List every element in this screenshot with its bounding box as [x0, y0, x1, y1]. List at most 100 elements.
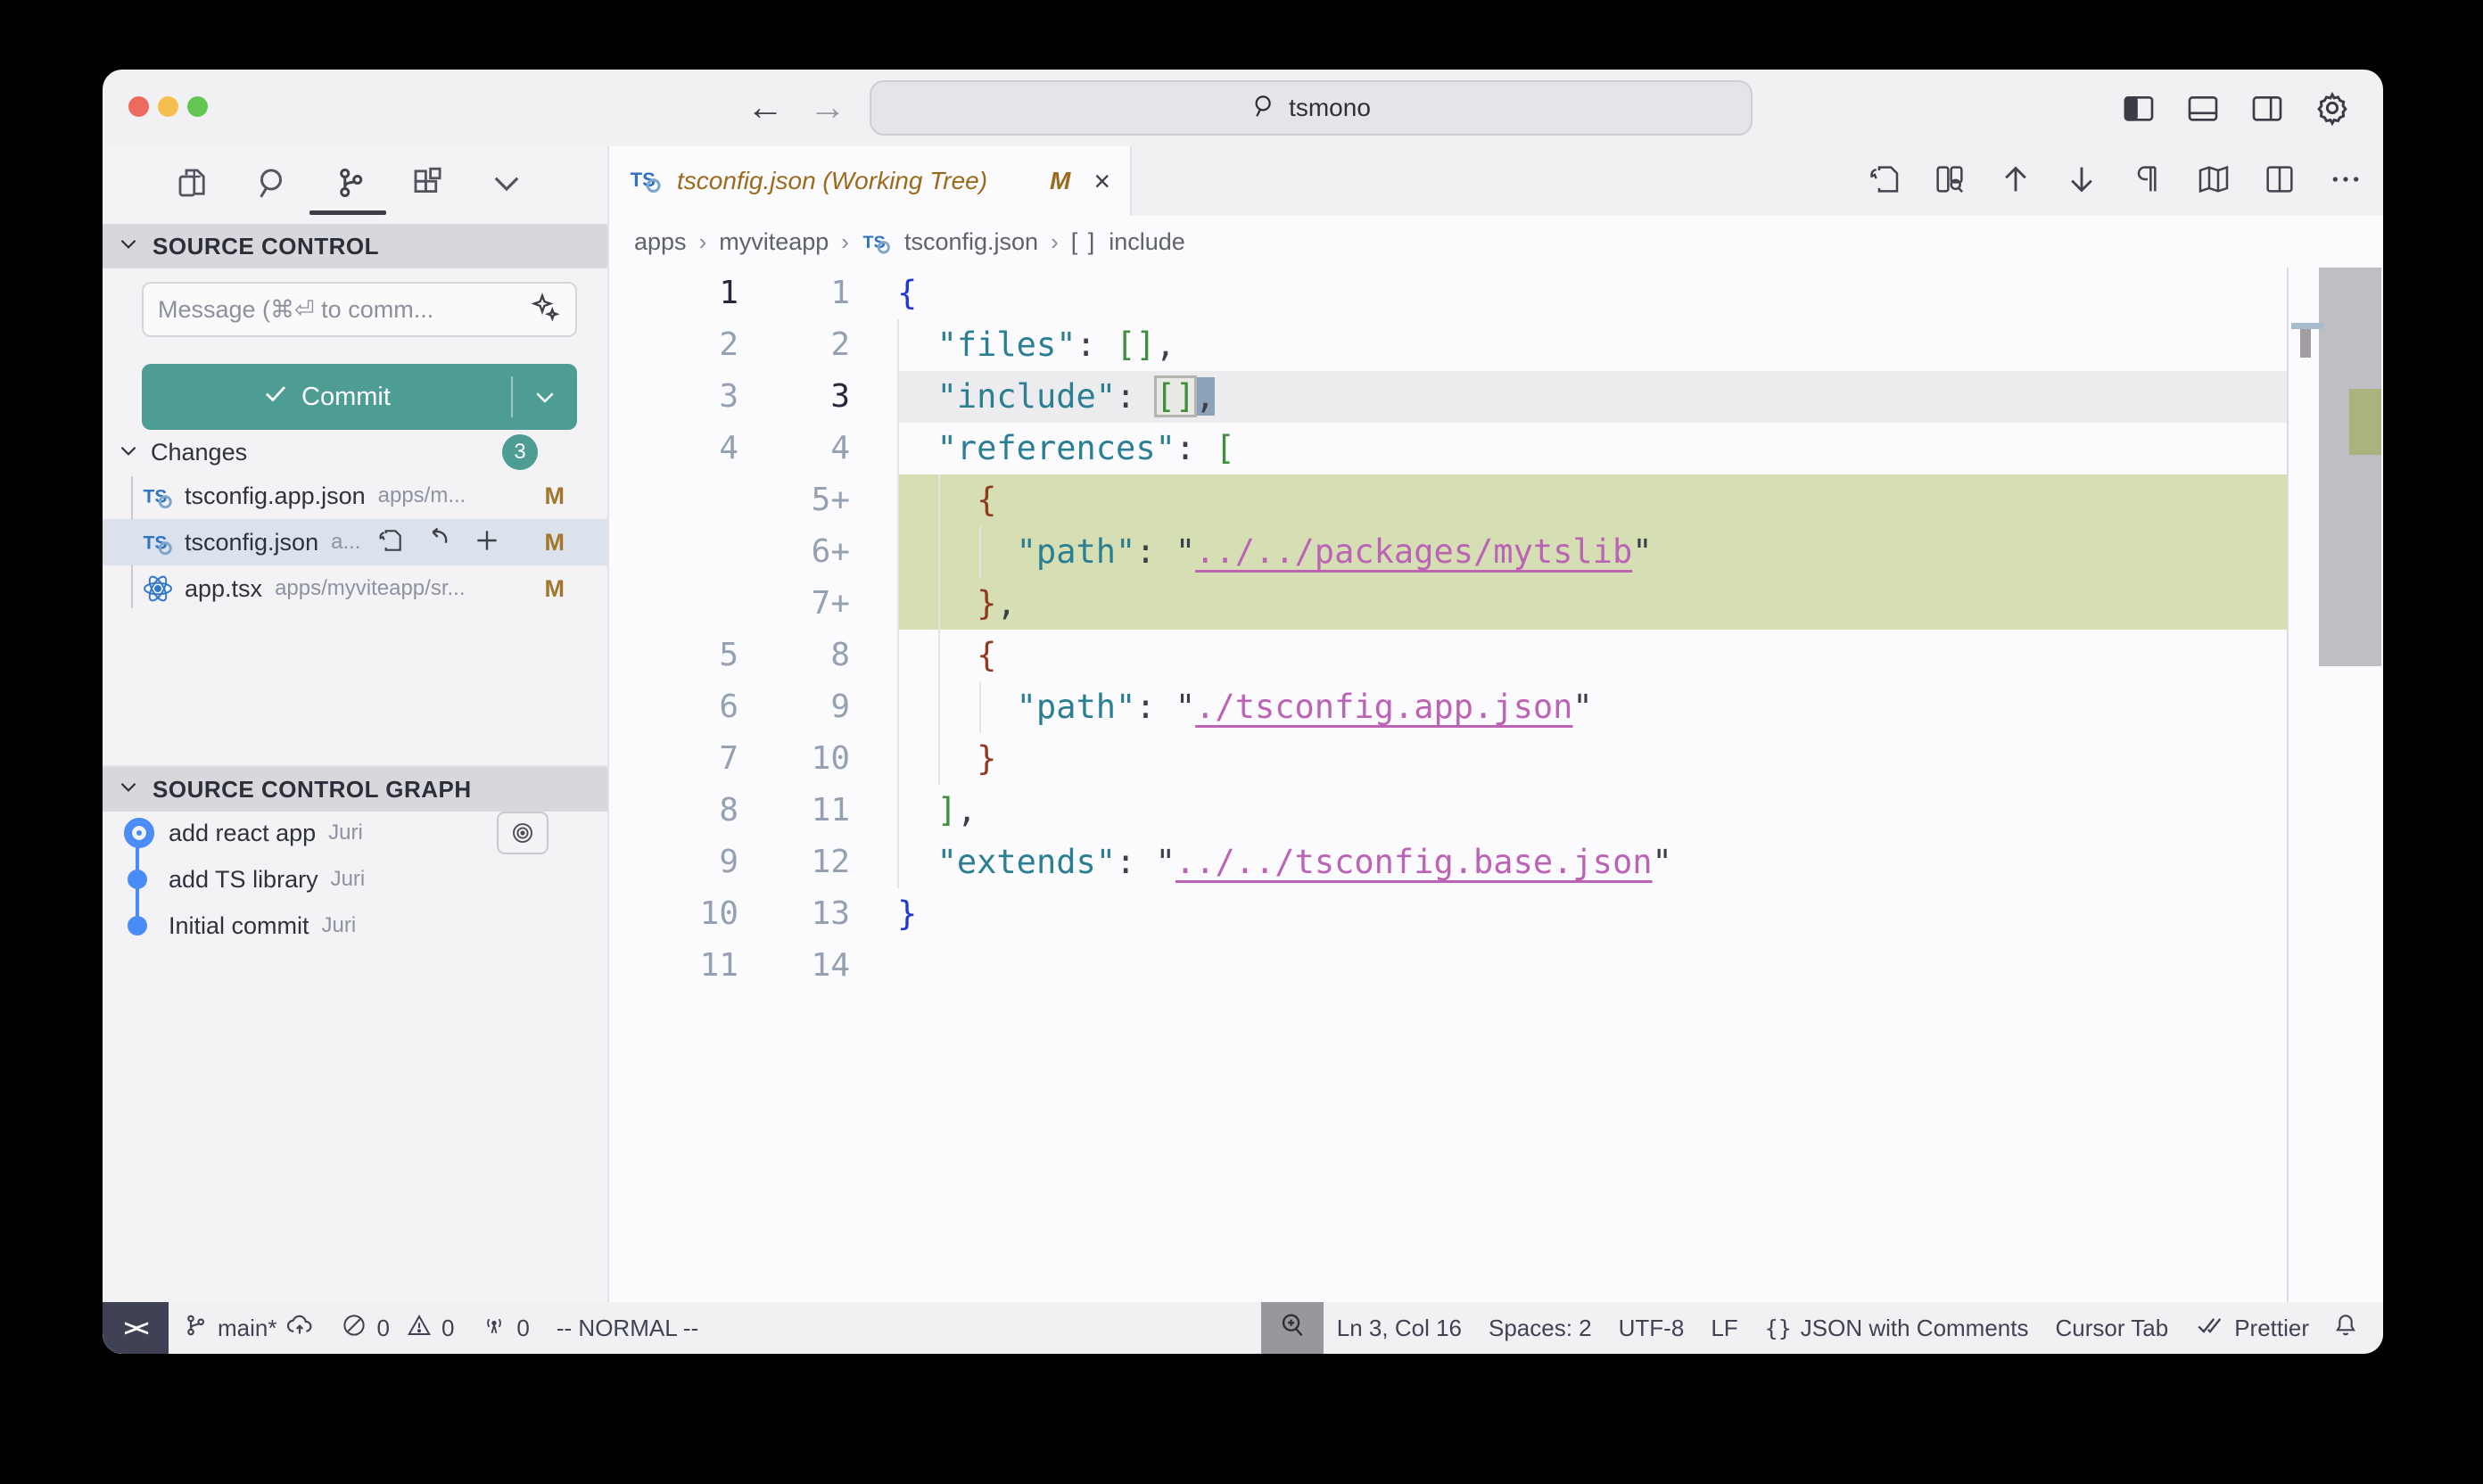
- tab-tsconfig-working-tree[interactable]: TS tsconfig.json (Working Tree) M ×: [609, 146, 1132, 216]
- minimap-slider[interactable]: [2319, 268, 2381, 666]
- modified-line-number: 10: [738, 733, 850, 785]
- commit-dropdown-chevron-icon[interactable]: [513, 383, 577, 410]
- title-bar: ← → tsmono: [103, 70, 2383, 146]
- inline-view-icon[interactable]: [1932, 161, 1967, 202]
- breadcrumb-tsconfig-json[interactable]: tsconfig.json: [904, 228, 1038, 256]
- more-actions-icon[interactable]: [2328, 161, 2363, 202]
- toggle-panel-icon[interactable]: [2185, 90, 2221, 126]
- code-token: ../../packages/mytslib: [1195, 532, 1632, 571]
- code-line[interactable]: 811 ],: [609, 785, 2383, 837]
- cursor-position-indicator[interactable]: Ln 3, Col 16: [1324, 1302, 1475, 1354]
- toggle-primary-sidebar-icon[interactable]: [2121, 90, 2157, 126]
- code-token: ": [1176, 532, 1195, 571]
- code-line[interactable]: 710 }: [609, 733, 2383, 785]
- file-path: apps/myviteapp/sr...: [275, 576, 465, 601]
- split-editor-icon[interactable]: [2262, 161, 2297, 202]
- whitespace-pilcrow-icon[interactable]: [2130, 161, 2165, 202]
- breadcrumb-apps[interactable]: apps: [634, 228, 687, 256]
- commit-row-3[interactable]: Initial commit Juri: [103, 903, 607, 949]
- code-token: :: [1176, 429, 1216, 467]
- code-line[interactable]: 912 "extends": "../../tsconfig.base.json…: [609, 837, 2383, 888]
- changes-header[interactable]: Changes 3: [103, 433, 607, 471]
- code-token: ": [1632, 532, 1652, 571]
- code-line[interactable]: 58 {: [609, 630, 2383, 681]
- previous-change-icon[interactable]: [1998, 161, 2033, 202]
- code-line[interactable]: 11{: [609, 268, 2383, 319]
- line-content: }: [897, 888, 2288, 940]
- commit-button[interactable]: Commit: [142, 364, 577, 430]
- eol-indicator[interactable]: LF: [1697, 1302, 1751, 1354]
- cursor-tab-indicator[interactable]: Cursor Tab: [2042, 1302, 2182, 1354]
- commit-row-2[interactable]: add TS library Juri: [103, 856, 607, 903]
- formatter-indicator[interactable]: Prettier: [2182, 1302, 2318, 1354]
- change-row-tsconfig-app[interactable]: TS tsconfig.app.json apps/m... M: [103, 473, 607, 519]
- branch-indicator[interactable]: main*: [169, 1302, 327, 1354]
- sparkle-ai-icon[interactable]: [529, 292, 561, 328]
- search-view-icon[interactable]: [251, 164, 292, 202]
- breadcrumb-myviteapp[interactable]: myviteapp: [719, 228, 829, 256]
- code-area[interactable]: 11{22 "files": [],33 "include": [],44 "r…: [609, 268, 2383, 1302]
- code-line[interactable]: 22 "files": [],: [609, 319, 2383, 371]
- commit-author: Juri: [322, 913, 357, 938]
- map-icon[interactable]: [2196, 161, 2231, 202]
- explorer-icon[interactable]: [172, 164, 213, 202]
- minimize-window-button[interactable]: [158, 96, 178, 117]
- commit-message-input[interactable]: Message (⌘⏎ to comm...: [142, 282, 577, 337]
- code-token: {: [977, 481, 996, 519]
- back-button[interactable]: ←: [743, 82, 788, 132]
- code-line[interactable]: 7+ },: [609, 578, 2383, 630]
- open-file-icon[interactable]: [1866, 161, 1901, 202]
- stage-changes-icon[interactable]: [473, 526, 501, 559]
- source-control-section-header[interactable]: SOURCE CONTROL: [103, 224, 607, 268]
- code-line[interactable]: 1114: [609, 940, 2383, 992]
- settings-gear-icon[interactable]: [2314, 89, 2351, 127]
- remote-indicator[interactable]: ><: [103, 1302, 169, 1354]
- indent-guide: [938, 526, 940, 578]
- next-change-icon[interactable]: [2064, 161, 2099, 202]
- modified-line-number: 1: [738, 268, 850, 319]
- code-line[interactable]: 33 "include": [],: [609, 371, 2383, 423]
- extensions-icon[interactable]: [408, 164, 449, 202]
- braces-icon: {}: [1765, 1315, 1792, 1341]
- zoom-window-button[interactable]: [187, 96, 208, 117]
- collapse-chevron-icon: [117, 232, 140, 261]
- change-row-tsconfig[interactable]: TS tsconfig.json a... M: [103, 519, 607, 565]
- zoom-indicator[interactable]: [1261, 1302, 1324, 1354]
- breadcrumb-include[interactable]: include: [1109, 228, 1185, 256]
- commit-message: Initial commit: [169, 912, 309, 940]
- notifications-bell[interactable]: [2318, 1302, 2383, 1354]
- code-line[interactable]: 5+ {: [609, 474, 2383, 526]
- indentation-indicator[interactable]: Spaces: 2: [1475, 1302, 1605, 1354]
- source-control-icon[interactable]: [329, 164, 370, 202]
- problems-indicator[interactable]: 0 0: [327, 1302, 467, 1354]
- goto-commit-target-button[interactable]: [497, 812, 549, 854]
- changes-label: Changes: [151, 439, 247, 466]
- indent-guide: [897, 733, 899, 785]
- toggle-secondary-sidebar-icon[interactable]: [2249, 90, 2285, 126]
- line-content: "path": "./tsconfig.app.json": [897, 681, 2288, 733]
- warning-icon: [406, 1312, 433, 1345]
- code-line[interactable]: 69 "path": "./tsconfig.app.json": [609, 681, 2383, 733]
- indent-guide: [897, 837, 899, 888]
- forward-button[interactable]: →: [805, 82, 850, 132]
- ports-indicator[interactable]: 0: [467, 1302, 542, 1354]
- more-views-chevron-icon[interactable]: [486, 164, 527, 202]
- language-mode-indicator[interactable]: {} JSON with Comments: [1752, 1302, 2042, 1354]
- source-control-graph-header[interactable]: SOURCE CONTROL GRAPH: [103, 765, 607, 812]
- commit-row-1[interactable]: add react app Juri: [103, 810, 607, 856]
- file-path: a...: [331, 530, 360, 555]
- code-line[interactable]: 1013}: [609, 888, 2383, 940]
- code-line[interactable]: 44 "references": [: [609, 423, 2383, 474]
- minimap-detail: [2291, 323, 2323, 329]
- close-window-button[interactable]: [128, 96, 149, 117]
- vim-mode-indicator[interactable]: -- NORMAL --: [543, 1302, 712, 1354]
- encoding-indicator[interactable]: UTF-8: [1605, 1302, 1698, 1354]
- open-file-icon[interactable]: [376, 526, 405, 559]
- change-row-app-tsx[interactable]: app.tsx apps/myviteapp/sr... M: [103, 565, 607, 612]
- eol-text: LF: [1711, 1315, 1737, 1342]
- code-token: "path": [1017, 688, 1136, 726]
- tab-close-icon[interactable]: ×: [1093, 165, 1110, 198]
- command-center-search[interactable]: tsmono: [870, 80, 1753, 136]
- discard-changes-icon[interactable]: [425, 526, 453, 559]
- code-line[interactable]: 6+ "path": "../../packages/mytslib": [609, 526, 2383, 578]
